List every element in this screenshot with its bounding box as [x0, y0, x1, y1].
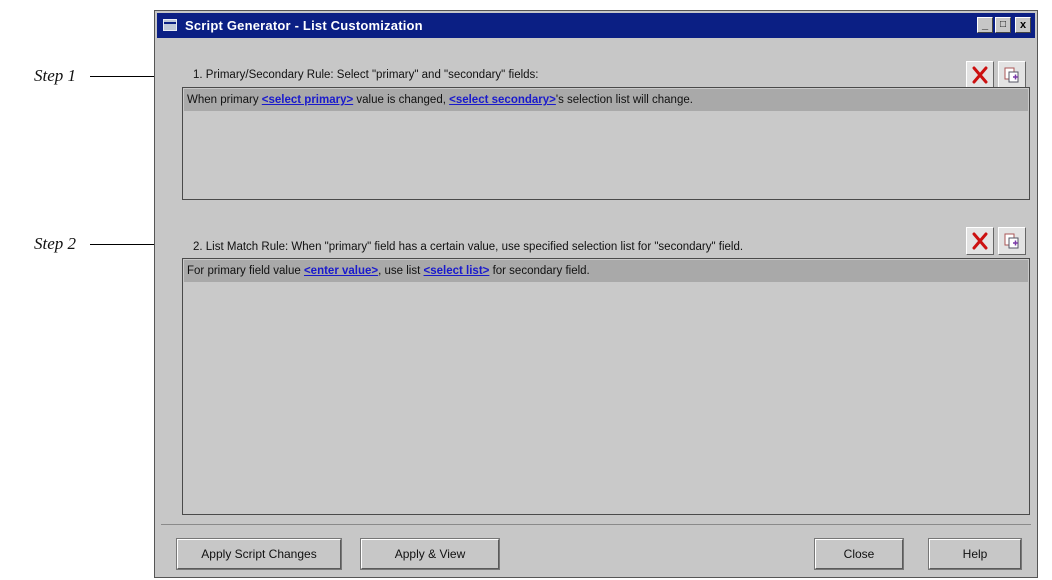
rule1-box: When primary <select primary> value is c… — [182, 87, 1030, 200]
rule2-copy-button[interactable] — [998, 227, 1026, 255]
help-button[interactable]: Help — [928, 538, 1022, 570]
delete-x-icon — [972, 232, 988, 250]
rule2-delete-button[interactable] — [966, 227, 994, 255]
rule1-text-mid: value is changed, — [353, 94, 450, 106]
rule1-text-pre: When primary — [187, 94, 262, 106]
maximize-button[interactable]: □ — [995, 17, 1011, 33]
rule1-label: 1. Primary/Secondary Rule: Select "prima… — [193, 69, 539, 81]
rule2-box: For primary field value <enter value>, u… — [182, 258, 1030, 515]
rule2-text-mid: , use list — [378, 265, 424, 277]
rule2-label: 2. List Match Rule: When "primary" field… — [193, 241, 744, 253]
footer-divider — [161, 524, 1031, 525]
rule2-sentence: For primary field value <enter value>, u… — [184, 260, 1028, 282]
delete-x-icon — [972, 66, 988, 84]
select-secondary-link[interactable]: <select secondary> — [449, 94, 556, 106]
window-app-icon — [163, 19, 177, 31]
rule2-text-pre: For primary field value — [187, 265, 304, 277]
rule1-sentence: When primary <select primary> value is c… — [184, 89, 1028, 111]
enter-value-link[interactable]: <enter value> — [304, 265, 378, 277]
close-button[interactable]: Close — [814, 538, 904, 570]
apply-script-changes-button[interactable]: Apply Script Changes — [176, 538, 342, 570]
apply-view-button[interactable]: Apply & View — [360, 538, 500, 570]
copy-add-icon — [1004, 67, 1019, 83]
select-primary-link[interactable]: <select primary> — [262, 94, 353, 106]
close-window-button[interactable]: x — [1015, 17, 1031, 33]
rule2-text-post: for secondary field. — [489, 265, 590, 277]
title-bar[interactable]: Script Generator - List Customization _ … — [157, 13, 1035, 38]
select-list-link[interactable]: <select list> — [424, 265, 490, 277]
step1-callout: Step 1 — [34, 66, 77, 85]
rule1-delete-button[interactable] — [966, 61, 994, 89]
step2-callout: Step 2 — [34, 234, 77, 253]
minimize-button[interactable]: _ — [977, 17, 993, 33]
rule1-text-post: 's selection list will change. — [555, 94, 693, 106]
window-title: Script Generator - List Customization — [185, 18, 423, 33]
rule1-copy-button[interactable] — [998, 61, 1026, 89]
script-generator-window: Script Generator - List Customization _ … — [154, 10, 1038, 578]
copy-add-icon — [1004, 233, 1019, 249]
